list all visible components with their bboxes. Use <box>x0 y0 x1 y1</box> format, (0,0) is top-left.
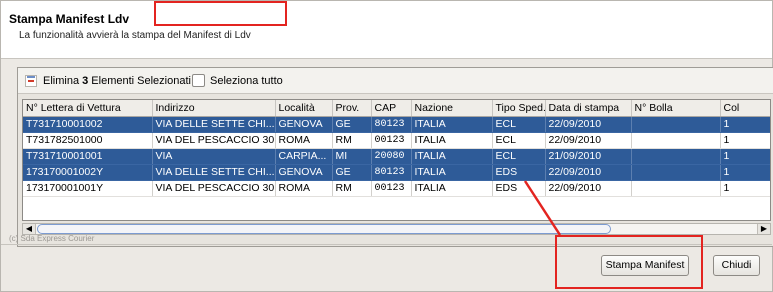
column-header[interactable]: Nazione <box>411 100 493 117</box>
column-header[interactable]: N° Lettera di Vettura <box>23 100 153 117</box>
table-cell: 1 <box>720 132 770 149</box>
dialog-title: Stampa Manifest Ldv <box>9 12 130 26</box>
table-cell <box>631 164 721 181</box>
table-cell: 00123 <box>371 180 412 197</box>
table-cell: ITALIA <box>411 180 493 197</box>
table-cell: GENOVA <box>275 116 333 133</box>
table-cell: ROMA <box>275 180 333 197</box>
table-row[interactable]: T731782501000 VIA DEL PESCACCIO 30 ROMA RM 0… <box>23 132 770 149</box>
table-cell: 1 <box>720 180 770 197</box>
column-header[interactable]: Prov. <box>332 100 372 117</box>
table-cell: RM <box>332 180 372 197</box>
table-cell: 22/09/2010 <box>545 180 632 197</box>
table-cell: ITALIA <box>411 164 493 181</box>
table-cell: VIA DELLE SETTE CHI... <box>152 164 276 181</box>
table-cell: 80123 <box>371 116 412 133</box>
table-cell: ITALIA <box>411 148 493 165</box>
column-header[interactable]: Tipo Sped. <box>492 100 546 117</box>
shipments-table: N° Lettera di Vettura Indirizzo Località Pr… <box>22 99 771 221</box>
table-body: T731710001002 VIA DELLE SETTE CHI... GENOV… <box>23 116 770 197</box>
scrollbar-thumb[interactable] <box>37 224 611 234</box>
delete-prefix: Elimina <box>43 75 83 87</box>
table-cell <box>631 116 721 133</box>
table-cell: 22/09/2010 <box>545 116 632 133</box>
table-cell: 1 <box>720 148 770 165</box>
column-header[interactable]: N° Bolla <box>631 100 721 117</box>
table-cell: ITALIA <box>411 132 493 149</box>
table-cell: GE <box>332 116 372 133</box>
table-cell: CARPIA... <box>275 148 333 165</box>
select-all-checkbox[interactable] <box>192 74 205 87</box>
table-row[interactable]: 173170001001Y VIA DEL PESCACCIO 30 ROMA RM 0… <box>23 180 770 197</box>
column-header[interactable]: CAP <box>371 100 412 117</box>
table-cell: 1 <box>720 116 770 133</box>
table-cell: 22/09/2010 <box>545 132 632 149</box>
table-cell: 80123 <box>371 164 412 181</box>
print-button-highlight-box <box>555 235 703 289</box>
table-cell: T731710001001 <box>23 148 153 165</box>
table-cell: T731710001002 <box>23 116 153 133</box>
column-header[interactable]: Indirizzo <box>152 100 276 117</box>
scroll-right-icon[interactable]: ▶ <box>757 224 770 234</box>
table-cell: VIA <box>152 148 276 165</box>
table-cell <box>631 180 721 197</box>
table-cell: T731782501000 <box>23 132 153 149</box>
delete-suffix: Elementi Selezionati <box>88 75 191 87</box>
table-cell: ROMA <box>275 132 333 149</box>
dialog-subtitle: La funzionalità avvierà la stampa del Ma… <box>19 30 251 41</box>
selection-toolbar: Elimina 3 Elementi Selezionati Seleziona… <box>18 68 773 94</box>
column-header[interactable]: Località <box>275 100 333 117</box>
delete-icon[interactable] <box>25 75 37 87</box>
dialog-header: Stampa Manifest Ldv La funzionalità avvi… <box>1 1 772 59</box>
table-cell: ECL <box>492 148 546 165</box>
table-header-row: N° Lettera di Vettura Indirizzo Località Pr… <box>23 100 770 117</box>
select-all-highlight-box <box>154 1 287 26</box>
table-cell: ECL <box>492 132 546 149</box>
table-cell: GE <box>332 164 372 181</box>
table-cell: 173170001001Y <box>23 180 153 197</box>
table-cell: VIA DEL PESCACCIO 30 <box>152 180 276 197</box>
table-cell: MI <box>332 148 372 165</box>
table-cell: ECL <box>492 116 546 133</box>
column-header[interactable]: Col <box>720 100 770 117</box>
table-cell: VIA DEL PESCACCIO 30 <box>152 132 276 149</box>
table-cell <box>631 148 721 165</box>
table-cell: EDS <box>492 180 546 197</box>
table-cell: EDS <box>492 164 546 181</box>
table-cell: 00123 <box>371 132 412 149</box>
shipments-panel: Elimina 3 Elementi Selezionati Seleziona… <box>17 67 773 247</box>
table-cell: 20080 <box>371 148 412 165</box>
table-cell <box>631 132 721 149</box>
close-button[interactable]: Chiudi <box>713 255 760 276</box>
table-row[interactable]: T731710001002 VIA DELLE SETTE CHI... GENOV… <box>23 116 770 133</box>
table-cell: ITALIA <box>411 116 493 133</box>
scroll-left-icon[interactable]: ◀ <box>23 224 36 234</box>
column-header[interactable]: Data di stampa <box>545 100 632 117</box>
table-cell: 173170001002Y <box>23 164 153 181</box>
copyright-text: (c) Sda Express Courier <box>9 234 95 243</box>
table-row[interactable]: 173170001002Y VIA DELLE SETTE CHI... GENOV… <box>23 164 770 181</box>
table-cell: 1 <box>720 164 770 181</box>
table-cell: 22/09/2010 <box>545 164 632 181</box>
table-row[interactable]: T731710001001 VIA CARPIA... MI 20080 ITALIA EC… <box>23 148 770 165</box>
table-cell: 21/09/2010 <box>545 148 632 165</box>
table-cell: GENOVA <box>275 164 333 181</box>
horizontal-scrollbar[interactable]: ◀ ▶ <box>22 223 771 235</box>
select-all-label[interactable]: Seleziona tutto <box>210 75 283 87</box>
delete-selected-button[interactable]: Elimina 3 Elementi Selezionati <box>43 75 191 87</box>
table-cell: VIA DELLE SETTE CHI... <box>152 116 276 133</box>
table-cell: RM <box>332 132 372 149</box>
